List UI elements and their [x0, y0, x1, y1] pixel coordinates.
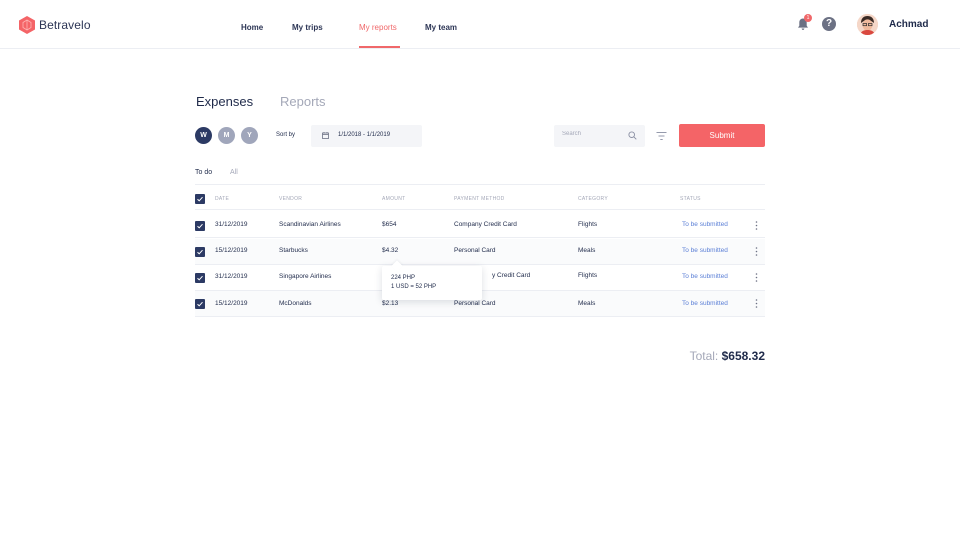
row-amount[interactable]: $4.32 — [382, 247, 398, 254]
divider — [195, 209, 765, 210]
row-status: To be submitted — [682, 300, 728, 307]
row-checkbox[interactable] — [195, 221, 205, 231]
brand-logo[interactable]: Betravelo — [18, 16, 91, 34]
more-options-icon[interactable] — [755, 221, 758, 230]
row-status: To be submitted — [682, 247, 728, 254]
row-amount[interactable]: $654 — [382, 221, 396, 228]
nav-my-team[interactable]: My team — [425, 23, 457, 32]
row-category: Flights — [578, 221, 598, 228]
nav-my-reports[interactable]: My reports — [359, 23, 397, 32]
avatar[interactable] — [857, 14, 878, 35]
column-header-category[interactable]: CATEGORY — [578, 196, 608, 202]
tooltip-exchange-rate: 1 USD = 52 PHP — [391, 284, 437, 290]
brand-name: Betravelo — [39, 18, 91, 32]
user-name[interactable]: Achmad — [889, 19, 928, 30]
search-input[interactable] — [562, 131, 622, 137]
row-date: 31/12/2019 — [215, 221, 248, 228]
period-chip-week[interactable]: W — [195, 127, 212, 144]
period-chip-month[interactable]: M — [218, 127, 235, 144]
column-header-payment-method[interactable]: PAYMENT METHOD — [454, 196, 505, 202]
row-payment-method: Personal Card — [454, 247, 496, 254]
check-icon — [197, 275, 203, 281]
date-range-value: 1/1/2018 - 1/1/2019 — [338, 132, 391, 138]
help-icon[interactable]: ? — [822, 17, 836, 31]
total-value: $658.32 — [721, 349, 765, 363]
nav-my-trips[interactable]: My trips — [292, 23, 323, 32]
row-status: To be submitted — [682, 273, 728, 280]
calendar-icon — [322, 132, 329, 139]
tooltip-amount: 224 PHP — [391, 275, 416, 281]
check-icon — [197, 223, 203, 229]
row-checkbox[interactable] — [195, 299, 205, 309]
nav-home[interactable]: Home — [241, 23, 263, 32]
row-vendor: Scandinavian Airlines — [279, 221, 341, 228]
row-payment-method: Company Credit Card — [454, 221, 517, 228]
row-category: Meals — [578, 300, 596, 307]
row-date: 15/12/2019 — [215, 300, 248, 307]
row-checkbox[interactable] — [195, 273, 205, 283]
row-date: 31/12/2019 — [215, 273, 248, 280]
notification-badge: 1 — [804, 14, 812, 22]
row-payment-method: y Credit Card — [492, 272, 531, 279]
date-range-picker[interactable]: 1/1/2018 - 1/1/2019 — [311, 125, 422, 147]
more-options-icon[interactable] — [755, 299, 758, 308]
row-date: 15/12/2019 — [215, 247, 248, 254]
row-amount[interactable]: $2.13 — [382, 300, 398, 307]
row-checkbox[interactable] — [195, 247, 205, 257]
avatar-image — [857, 14, 878, 35]
tab-expenses[interactable]: Expenses — [196, 94, 253, 109]
row-vendor: McDonalds — [279, 300, 312, 307]
tab-reports[interactable]: Reports — [280, 94, 326, 109]
row-vendor: Singapore Airlines — [279, 273, 332, 280]
column-header-status[interactable]: STATUS — [680, 196, 701, 202]
total-label: Total: — [689, 349, 719, 363]
row-category: Meals — [578, 247, 596, 254]
select-all-checkbox[interactable] — [195, 194, 205, 204]
submit-button[interactable]: Submit — [679, 124, 765, 147]
sort-by-label: Sort by — [276, 132, 296, 138]
row-status: To be submitted — [682, 221, 728, 228]
logo-icon — [19, 16, 35, 34]
row-payment-method: Personal Card — [454, 300, 496, 307]
search-icon[interactable] — [628, 131, 637, 140]
filter-icon[interactable] — [656, 131, 667, 141]
check-icon — [197, 301, 203, 307]
subtab-todo[interactable]: To do — [195, 169, 212, 176]
check-icon — [197, 249, 203, 255]
search-field[interactable] — [554, 125, 645, 147]
more-options-icon[interactable] — [755, 247, 758, 256]
column-header-amount[interactable]: AMOUNT — [382, 196, 405, 202]
row-vendor: Starbucks — [279, 247, 308, 254]
more-options-icon[interactable] — [755, 273, 758, 282]
column-header-date[interactable]: DATE — [215, 196, 229, 202]
column-header-vendor[interactable]: VENDOR — [279, 196, 302, 202]
top-navbar: Betravelo Home My trips My reports My te… — [0, 0, 960, 49]
currency-tooltip: 224 PHP 1 USD = 52 PHP — [382, 260, 482, 300]
total-summary: Total: $658.32 — [690, 349, 765, 363]
table-header: DATE VENDOR AMOUNT PAYMENT METHOD CATEGO… — [195, 186, 765, 210]
check-icon — [197, 196, 203, 202]
active-nav-indicator — [359, 46, 400, 48]
row-category: Flights — [578, 272, 598, 279]
divider — [195, 184, 765, 185]
table-row[interactable]: 15/12/2019 Starbucks $4.32 Personal Card… — [195, 239, 765, 265]
table-row[interactable]: 31/12/2019 Scandinavian Airlines $654 Co… — [195, 212, 765, 238]
period-chip-year[interactable]: Y — [241, 127, 258, 144]
subtab-all[interactable]: All — [230, 169, 238, 176]
